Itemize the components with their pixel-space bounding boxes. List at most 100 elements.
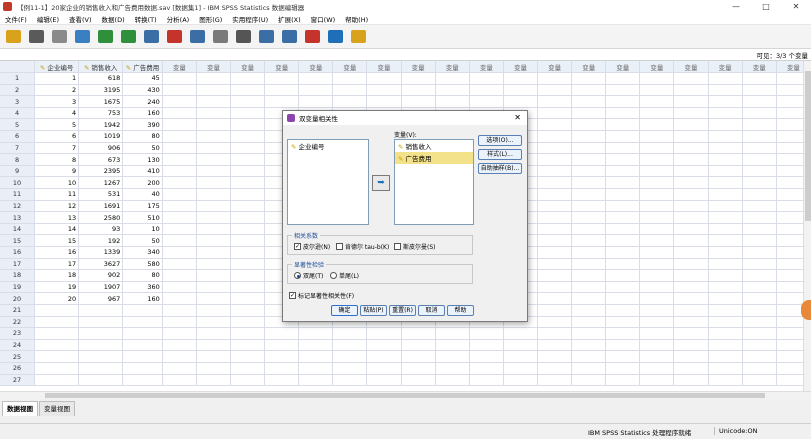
empty-cell[interactable] bbox=[162, 107, 197, 120]
empty-cell[interactable] bbox=[503, 350, 539, 363]
reset-button[interactable]: 重置(R) bbox=[389, 305, 416, 316]
vertical-scrollbar[interactable] bbox=[803, 61, 811, 391]
empty-cell[interactable] bbox=[162, 339, 197, 352]
empty-cell[interactable] bbox=[435, 72, 470, 85]
empty-cell[interactable] bbox=[162, 118, 197, 132]
radio-selected-icon[interactable] bbox=[294, 272, 301, 279]
empty-cell[interactable] bbox=[605, 234, 641, 247]
checkbox-checked-icon[interactable]: ✓ bbox=[294, 243, 301, 250]
empty-cell[interactable] bbox=[537, 95, 573, 108]
data-cell[interactable]: 580 bbox=[122, 258, 163, 271]
kendall-option[interactable]: 肯德尔 tau-b(K) bbox=[336, 242, 389, 251]
empty-cell[interactable] bbox=[332, 95, 368, 108]
data-cell[interactable]: 2 bbox=[34, 84, 80, 97]
empty-cell[interactable] bbox=[435, 350, 470, 363]
empty-cell[interactable] bbox=[230, 107, 266, 120]
empty-cell[interactable] bbox=[503, 362, 539, 375]
empty-cell[interactable] bbox=[230, 281, 266, 294]
empty-cell[interactable] bbox=[230, 350, 266, 363]
empty-cell[interactable] bbox=[366, 350, 402, 363]
empty-cell[interactable] bbox=[230, 246, 266, 259]
insert-variable-button[interactable] bbox=[280, 28, 299, 46]
empty-column-header[interactable]: 变量 bbox=[264, 61, 300, 74]
empty-cell[interactable] bbox=[537, 118, 573, 132]
empty-cell[interactable] bbox=[196, 176, 232, 190]
empty-cell[interactable] bbox=[469, 339, 504, 352]
empty-cell[interactable] bbox=[537, 142, 573, 155]
row-number[interactable]: 14 bbox=[0, 223, 36, 236]
empty-cell[interactable] bbox=[196, 118, 232, 132]
empty-cell[interactable] bbox=[673, 142, 709, 155]
empty-cell[interactable] bbox=[196, 84, 232, 97]
data-cell[interactable]: 2580 bbox=[78, 211, 124, 224]
empty-cell[interactable] bbox=[605, 95, 641, 108]
empty-cell[interactable] bbox=[230, 292, 266, 305]
empty-cell[interactable] bbox=[673, 269, 709, 282]
row-number[interactable]: 4 bbox=[0, 107, 36, 120]
empty-cell[interactable] bbox=[537, 188, 573, 201]
empty-cell[interactable] bbox=[639, 72, 675, 85]
empty-column-header[interactable]: 变量 bbox=[537, 61, 573, 74]
empty-cell[interactable] bbox=[537, 211, 573, 224]
empty-cell[interactable] bbox=[537, 374, 573, 387]
empty-cell[interactable] bbox=[571, 234, 607, 247]
empty-cell[interactable] bbox=[196, 165, 232, 178]
save-button[interactable] bbox=[27, 28, 46, 46]
data-cell[interactable] bbox=[34, 304, 80, 317]
open-folder-button[interactable] bbox=[4, 28, 23, 46]
empty-cell[interactable] bbox=[162, 211, 197, 224]
empty-cell[interactable] bbox=[639, 130, 675, 143]
row-number[interactable]: 27 bbox=[0, 374, 36, 387]
empty-cell[interactable] bbox=[673, 130, 709, 143]
empty-cell[interactable] bbox=[196, 339, 232, 352]
empty-cell[interactable] bbox=[571, 292, 607, 305]
empty-cell[interactable] bbox=[332, 339, 368, 352]
menu-utilities[interactable]: 实用程序(U) bbox=[227, 14, 273, 24]
data-cell[interactable]: 160 bbox=[122, 107, 163, 120]
empty-cell[interactable] bbox=[639, 107, 675, 120]
source-variable-list[interactable]: ✎ 企业编号 bbox=[287, 139, 369, 225]
empty-cell[interactable] bbox=[605, 142, 641, 155]
data-cell[interactable]: 175 bbox=[122, 200, 163, 213]
empty-cell[interactable] bbox=[605, 362, 641, 375]
empty-cell[interactable] bbox=[196, 200, 232, 213]
data-cell[interactable]: 13 bbox=[34, 211, 80, 224]
empty-cell[interactable] bbox=[673, 350, 709, 363]
empty-cell[interactable] bbox=[571, 165, 607, 178]
empty-cell[interactable] bbox=[196, 269, 232, 282]
menu-transform[interactable]: 转换(T) bbox=[130, 14, 162, 24]
empty-cell[interactable] bbox=[639, 281, 675, 294]
empty-cell[interactable] bbox=[401, 339, 436, 352]
empty-cell[interactable] bbox=[435, 362, 470, 375]
empty-cell[interactable] bbox=[708, 362, 743, 375]
empty-cell[interactable] bbox=[673, 200, 709, 213]
bootstrap-button[interactable]: 自助抽样(B)... bbox=[478, 163, 522, 174]
empty-cell[interactable] bbox=[537, 281, 573, 294]
empty-cell[interactable] bbox=[162, 374, 197, 387]
data-cell[interactable]: 4 bbox=[34, 107, 80, 120]
data-cell[interactable]: 80 bbox=[122, 269, 163, 282]
empty-cell[interactable] bbox=[673, 153, 709, 166]
print-button[interactable] bbox=[50, 28, 69, 46]
data-cell[interactable] bbox=[122, 304, 163, 317]
empty-cell[interactable] bbox=[742, 362, 777, 375]
empty-cell[interactable] bbox=[605, 246, 641, 259]
empty-cell[interactable] bbox=[708, 165, 743, 178]
empty-cell[interactable] bbox=[435, 374, 470, 387]
empty-cell[interactable] bbox=[708, 327, 743, 340]
empty-cell[interactable] bbox=[162, 246, 197, 259]
empty-cell[interactable] bbox=[230, 153, 266, 166]
empty-column-header[interactable]: 变量 bbox=[605, 61, 641, 74]
empty-cell[interactable] bbox=[639, 258, 675, 271]
empty-cell[interactable] bbox=[605, 327, 641, 340]
empty-cell[interactable] bbox=[537, 200, 573, 213]
data-cell[interactable] bbox=[34, 374, 80, 387]
empty-cell[interactable] bbox=[196, 130, 232, 143]
empty-cell[interactable] bbox=[742, 107, 777, 120]
empty-cell[interactable] bbox=[571, 327, 607, 340]
empty-cell[interactable] bbox=[639, 142, 675, 155]
empty-cell[interactable] bbox=[571, 316, 607, 329]
horizontal-scroll-thumb[interactable] bbox=[45, 393, 765, 398]
data-cell[interactable]: 9 bbox=[34, 165, 80, 178]
empty-cell[interactable] bbox=[571, 211, 607, 224]
